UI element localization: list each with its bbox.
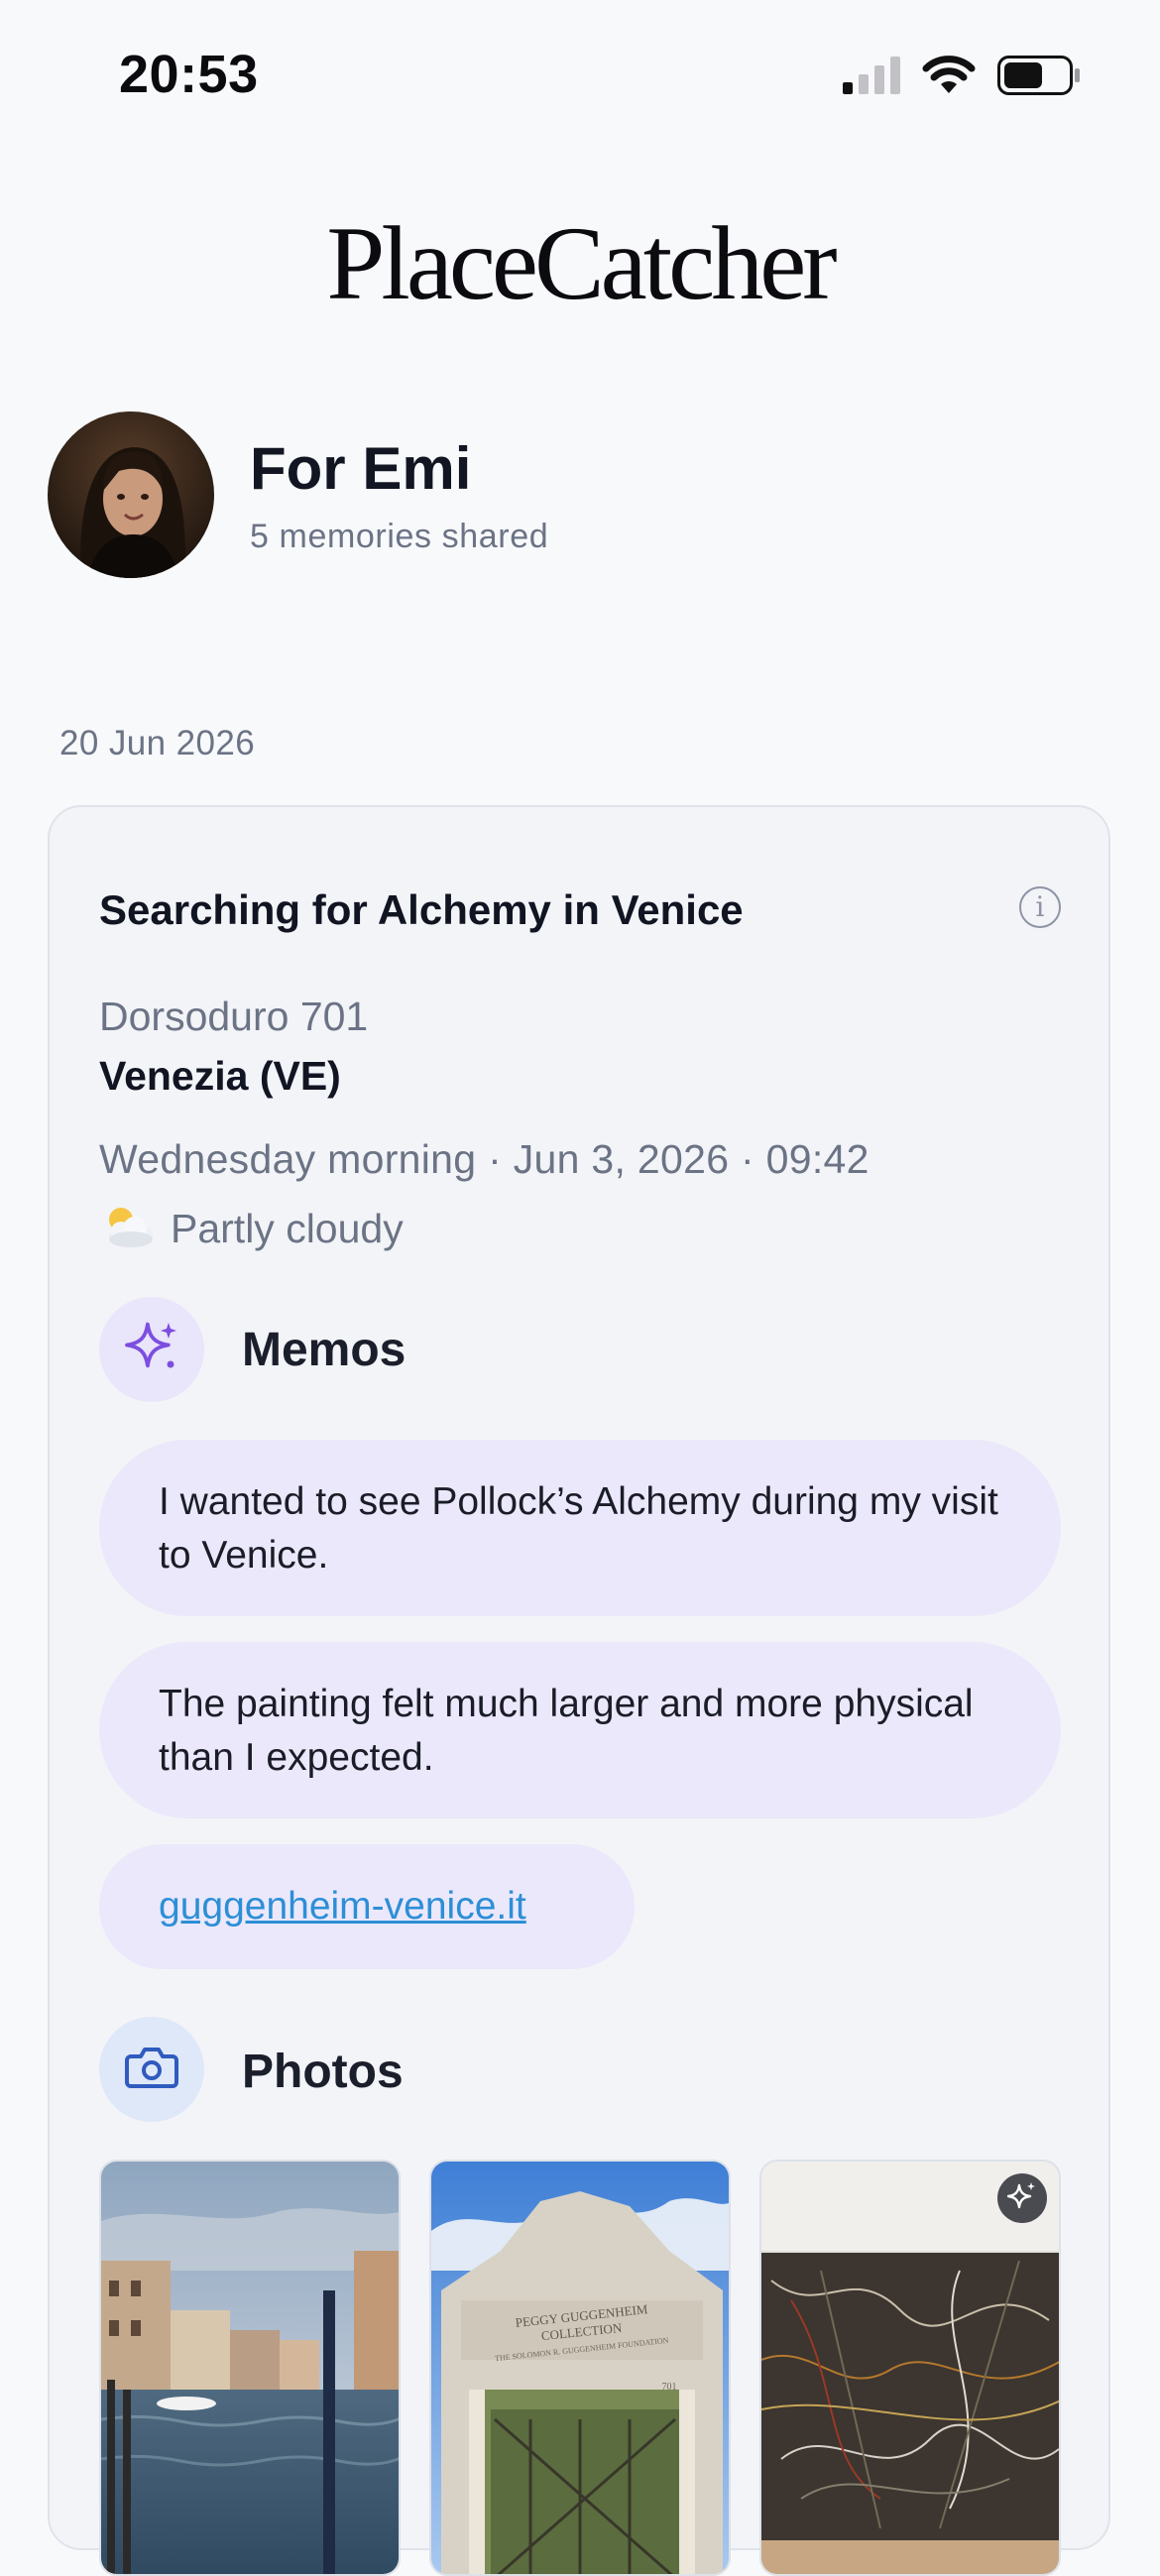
ai-enhanced-badge [997, 2173, 1047, 2223]
memo-bubble: I wanted to see Pollock’s Alchemy during… [99, 1440, 1061, 1616]
memo-text: The painting felt much larger and more p… [159, 1683, 974, 1779]
camera-icon [125, 2045, 178, 2095]
memos-section-title: Memos [242, 1324, 406, 1376]
battery-icon [997, 56, 1081, 100]
photos-section-title: Photos [242, 2046, 404, 2098]
ai-sparkle-icon [1006, 2181, 1037, 2216]
alchemy-painting-photo [761, 2162, 1059, 2574]
memo-link-bubble[interactable]: guggenheim-venice.it [99, 1844, 635, 1969]
sun-behind-cloud-icon [99, 1204, 155, 1254]
sparkles-icon [125, 1321, 178, 1379]
memos-section-icon [99, 1297, 204, 1402]
status-bar: 20:53 [0, 0, 1160, 149]
memories-count: 5 memories shared [250, 518, 549, 555]
memory-title: Searching for Alchemy in Venice [99, 886, 744, 933]
photo-thumbnail[interactable] [759, 2160, 1061, 2576]
photos-section-icon [99, 2017, 204, 2122]
cellular-signal-icon [843, 57, 900, 99]
address-street: Dorsoduro 701 [99, 994, 369, 1039]
address-city: Venezia (VE) [99, 1053, 341, 1099]
status-time: 20:53 [119, 45, 259, 104]
memo-bubble: The painting felt much larger and more p… [99, 1642, 1061, 1818]
avatar[interactable] [48, 411, 214, 578]
memo-text: I wanted to see Pollock’s Alchemy during… [159, 1480, 998, 1577]
info-icon[interactable]: i [1019, 886, 1061, 928]
weather-text: Partly cloudy [171, 1206, 404, 1251]
wifi-icon [922, 56, 976, 100]
guggenheim-gate-photo: PEGGY GUGGENHEIM COLLECTION THE SOLOMON … [431, 2162, 729, 2574]
memory-datetime: Wednesday morning · Jun 3, 2026 · 09:42 [99, 1136, 870, 1182]
weather-row: Partly cloudy [99, 1204, 404, 1254]
profile-name: For Emi [250, 435, 472, 502]
status-icons [843, 56, 1081, 100]
photo-thumbnail[interactable] [99, 2160, 401, 2576]
feed-date-header: 20 Jun 2026 [59, 724, 256, 762]
photo-thumbnail[interactable]: PEGGY GUGGENHEIM COLLECTION THE SOLOMON … [429, 2160, 731, 2576]
app-logo: PlaceCatcher [326, 205, 837, 321]
grand-canal-photo [101, 2162, 399, 2574]
memo-link[interactable]: guggenheim-venice.it [159, 1885, 526, 1928]
